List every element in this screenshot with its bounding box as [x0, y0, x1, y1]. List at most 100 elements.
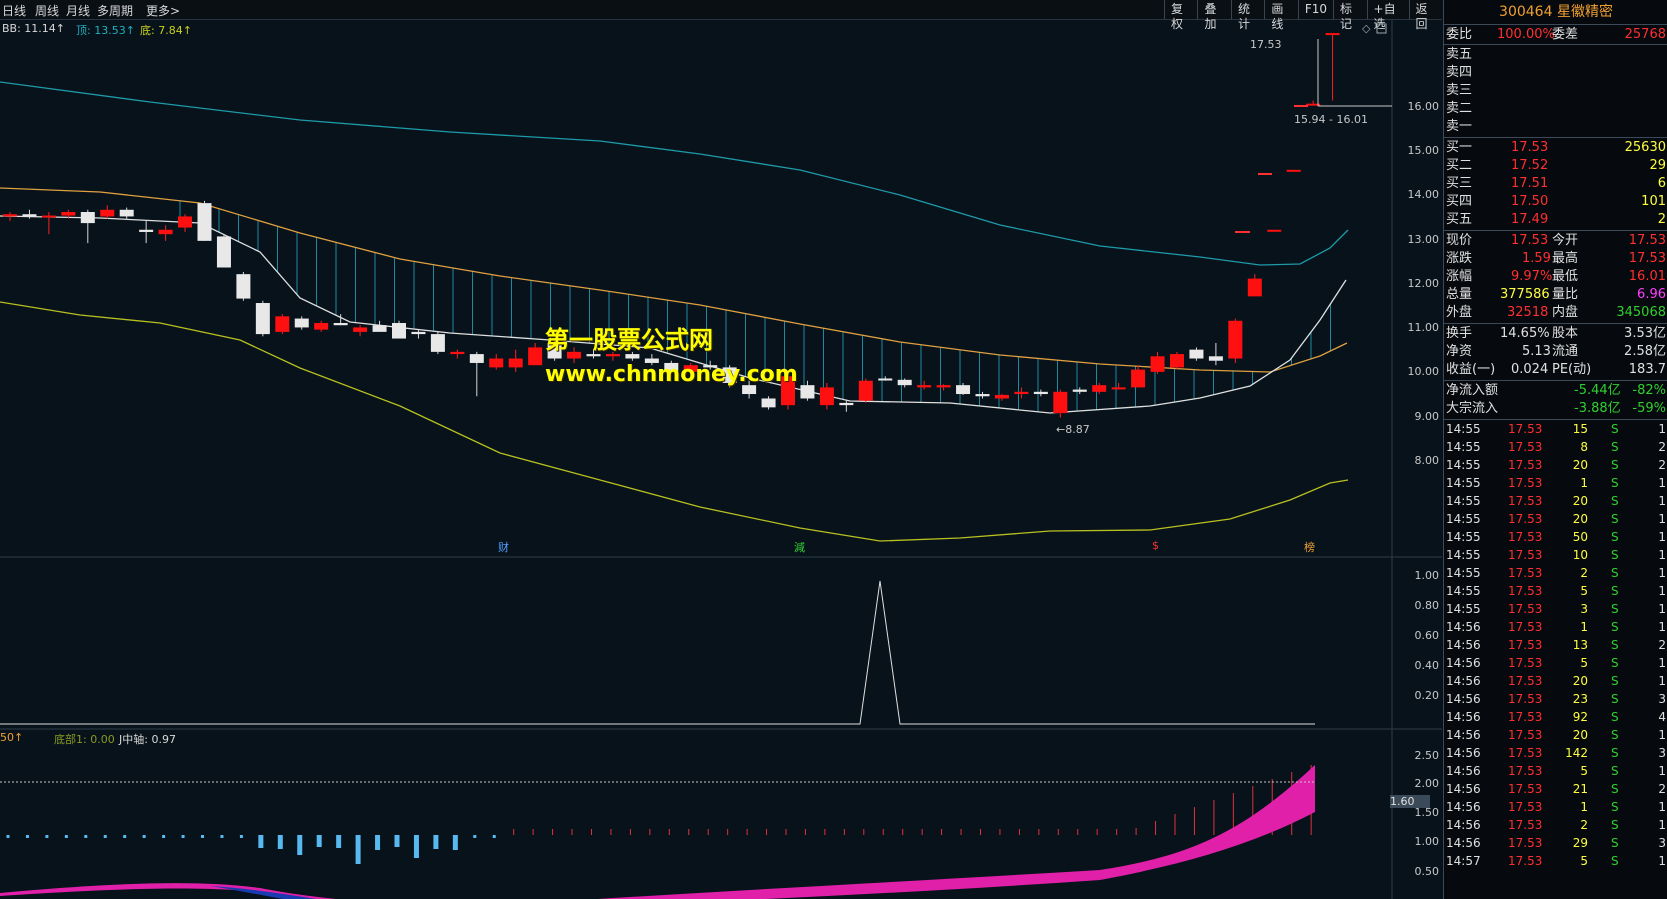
tick-row: 14:56 17.53 21 S 2	[1444, 780, 1667, 798]
tick-volume: 1	[1580, 800, 1588, 814]
tick-row: 14:56 17.53 5 S 1	[1444, 762, 1667, 780]
top-legend: 顶: 13.53↑	[76, 24, 135, 37]
tick-time: 14:56	[1446, 692, 1481, 706]
buy-level-label: 买二	[1446, 158, 1473, 173]
tick-time: 14:55	[1446, 602, 1481, 616]
kline-chart[interactable]: ◇ BB: 11.14↑ 顶: 13.53↑ 底: 7.84↑ 50↑ 底部1:…	[0, 20, 1442, 899]
candle-body	[353, 327, 368, 332]
tick-side: S	[1611, 674, 1619, 688]
adjust-button[interactable]: 复权	[1164, 0, 1197, 31]
candle-body	[139, 229, 154, 232]
event-marker-finance[interactable]: 财	[498, 539, 509, 555]
mark-button[interactable]: 标记	[1333, 0, 1366, 31]
candle-body	[1286, 169, 1301, 172]
axis-main-label: 15.00	[1407, 144, 1440, 157]
stock-title: 300464 星徽精密	[1444, 0, 1667, 25]
tick-row: 14:56 17.53 142 S 3	[1444, 744, 1667, 762]
add-watchlist-button[interactable]: +自选	[1366, 0, 1409, 31]
axis-sub1-label: 1.00	[1414, 569, 1440, 582]
tab-multi-period[interactable]: 多周期	[97, 2, 133, 19]
tick-count: 1	[1658, 728, 1666, 742]
tick-time: 14:55	[1446, 440, 1481, 454]
tick-price: 17.53	[1508, 512, 1543, 526]
quote-value: 377586	[1500, 287, 1550, 302]
candle-body	[1150, 356, 1165, 372]
quote-value: 9.97%	[1511, 269, 1553, 284]
diamond-icon[interactable]: ◇	[1362, 22, 1371, 35]
low-price-label: ←8.87	[1056, 423, 1090, 436]
tick-price: 17.53	[1508, 728, 1543, 742]
candle-body	[528, 347, 543, 366]
fundamental-value: 2.58亿	[1624, 344, 1666, 359]
candle-body	[1267, 229, 1282, 232]
tick-volume: 3	[1580, 602, 1588, 616]
tick-time: 14:56	[1446, 674, 1481, 688]
buy-level-volume: 6	[1657, 176, 1666, 191]
f10-button[interactable]: F10	[1297, 0, 1333, 19]
tick-row: 14:55 17.53 15 S 1	[1444, 420, 1667, 438]
tick-volume: 23	[1572, 692, 1588, 706]
kline-svg[interactable]: ◇	[0, 20, 1442, 899]
tick-price: 17.53	[1508, 548, 1543, 562]
tab-weekly[interactable]: 周线	[35, 2, 59, 19]
event-marker-rank[interactable]: 榜	[1304, 539, 1315, 555]
sell-level-label: 卖三	[1446, 83, 1473, 98]
candle-body	[1111, 387, 1126, 390]
order-ratio-value: 100.00%	[1497, 27, 1555, 42]
tick-count: 2	[1658, 458, 1666, 472]
candle-body	[858, 380, 873, 401]
tick-volume: 2	[1580, 566, 1588, 580]
quote-label: 现价	[1446, 233, 1473, 248]
tick-price: 17.53	[1508, 494, 1543, 508]
tick-volume: 50	[1572, 530, 1588, 544]
candle-body	[1228, 320, 1243, 359]
tab-daily[interactable]: 日线	[2, 2, 26, 19]
tick-side: S	[1611, 782, 1619, 796]
buy-level-price: 17.49	[1511, 212, 1549, 227]
event-marker-reduce[interactable]: 減	[794, 539, 805, 555]
candle-body	[1053, 391, 1068, 414]
stats-button[interactable]: 统计	[1230, 0, 1264, 31]
tick-price: 17.53	[1508, 746, 1543, 760]
axis-sub2-label: 1.50	[1414, 806, 1440, 819]
candle-body	[936, 385, 951, 388]
tick-count: 1	[1658, 512, 1666, 526]
tick-row: 14:56 17.53 13 S 2	[1444, 636, 1667, 654]
tick-count: 1	[1658, 476, 1666, 490]
tick-volume: 8	[1580, 440, 1588, 454]
candle-body	[22, 214, 37, 217]
tick-count: 3	[1658, 746, 1666, 760]
tick-time: 14:56	[1446, 764, 1481, 778]
sell-level-label: 卖一	[1446, 119, 1473, 134]
tick-count: 2	[1658, 440, 1666, 454]
candle-body	[956, 385, 971, 395]
tick-side: S	[1611, 800, 1619, 814]
event-marker-dollar[interactable]: $	[1152, 539, 1159, 552]
buy-level-price: 17.50	[1511, 194, 1549, 209]
draw-button[interactable]: 画线	[1264, 0, 1297, 31]
window-icon[interactable]	[1376, 23, 1387, 34]
tick-volume: 10	[1572, 548, 1588, 562]
overlay-button[interactable]: 叠加	[1197, 0, 1230, 31]
tick-volume: 5	[1580, 764, 1588, 778]
tick-price: 17.53	[1508, 584, 1543, 598]
tick-row: 14:56 17.53 5 S 1	[1444, 654, 1667, 672]
axis-main-label: 12.00	[1407, 277, 1440, 290]
buy-level: 买五 17.49 2	[1444, 210, 1667, 229]
back-button[interactable]: 返回	[1408, 0, 1442, 31]
tick-side: S	[1611, 458, 1619, 472]
sell-level-label: 卖四	[1446, 65, 1473, 80]
candle-body	[508, 358, 523, 368]
bottom-legend: 底: 7.84↑	[140, 24, 192, 37]
tick-count: 1	[1658, 494, 1666, 508]
quote-label: 最低	[1552, 269, 1579, 284]
tick-count: 1	[1658, 800, 1666, 814]
tab-monthly[interactable]: 月线	[66, 2, 90, 19]
tick-row: 14:55 17.53 5 S 1	[1444, 582, 1667, 600]
candle-body	[1014, 391, 1029, 395]
tick-side: S	[1611, 440, 1619, 454]
flow-percent: -59%	[1632, 401, 1666, 416]
tab-more[interactable]: 更多>	[146, 2, 180, 19]
tick-side: S	[1611, 512, 1619, 526]
tick-time: 14:56	[1446, 836, 1481, 850]
